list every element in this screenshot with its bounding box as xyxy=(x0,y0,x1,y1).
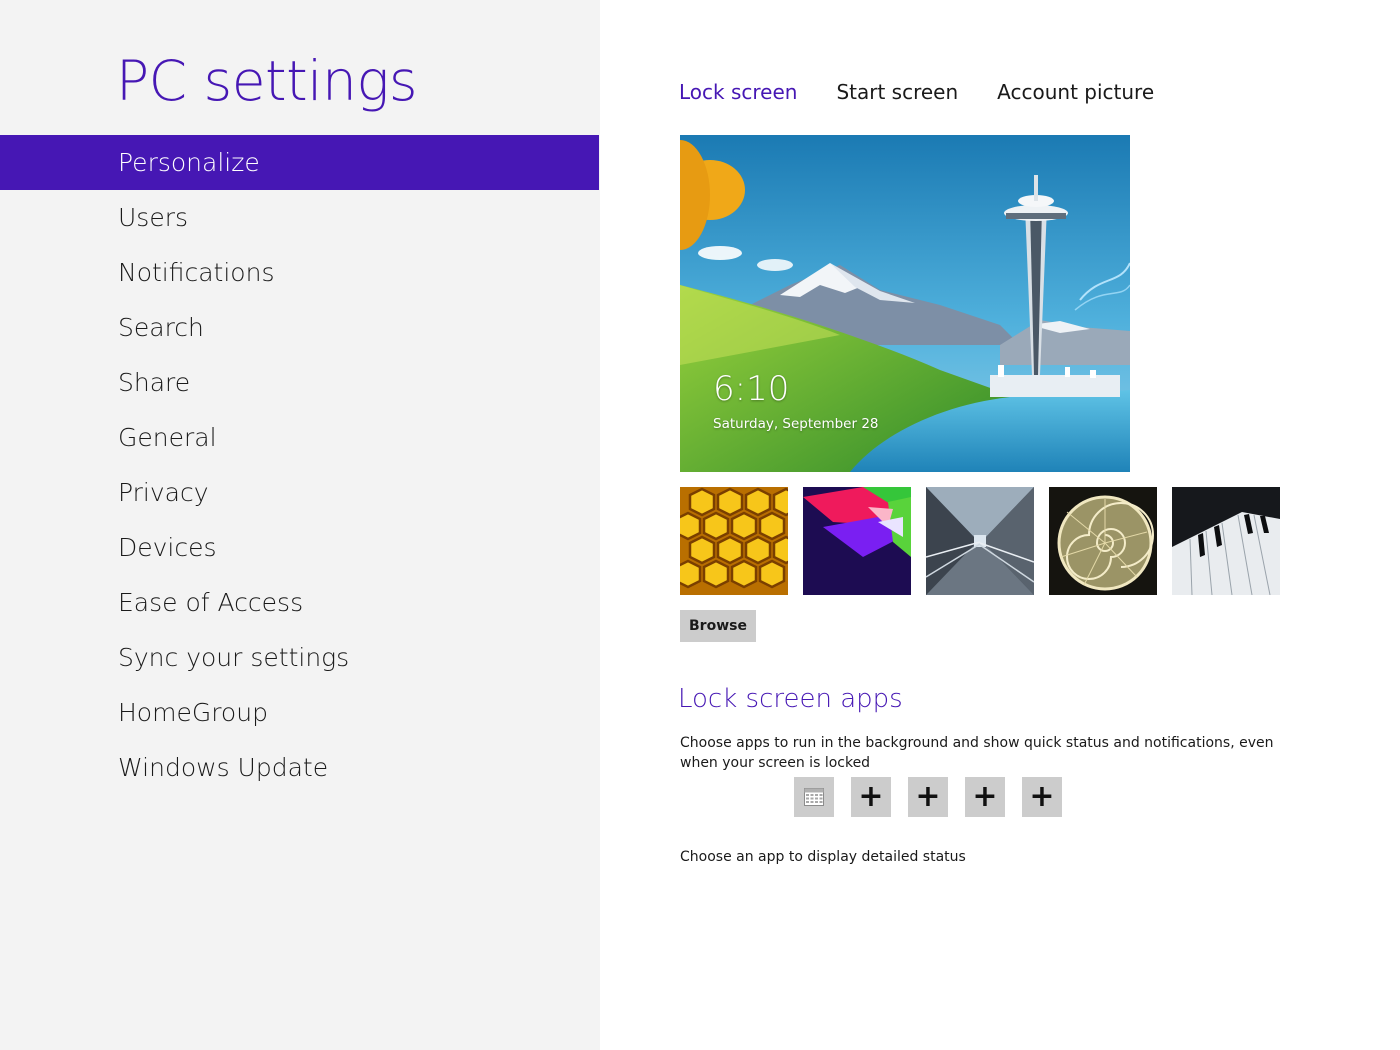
plus-icon: + xyxy=(858,779,884,814)
lock-app-slot-add-2[interactable]: + xyxy=(908,777,948,817)
browse-button[interactable]: Browse xyxy=(680,610,756,642)
nav-item-notifications[interactable]: Notifications xyxy=(0,245,599,300)
lock-screen-date: Saturday, September 28 xyxy=(713,416,879,432)
detailed-status-label: Choose an app to display detailed status xyxy=(680,849,966,865)
nav-item-search[interactable]: Search xyxy=(0,300,599,355)
nav-item-personalize[interactable]: Personalize xyxy=(0,135,599,190)
page-title: PC settings xyxy=(116,49,417,113)
calendar-icon xyxy=(804,788,824,806)
tab-account-picture[interactable]: Account picture xyxy=(997,78,1154,106)
nav-item-general[interactable]: General xyxy=(0,410,599,465)
nav-item-share[interactable]: Share xyxy=(0,355,599,410)
tab-lock-screen[interactable]: Lock screen xyxy=(679,78,797,106)
lock-app-slot-add-3[interactable]: + xyxy=(965,777,1005,817)
lock-screen-apps-heading: Lock screen apps xyxy=(678,684,903,714)
plus-icon: + xyxy=(1029,779,1055,814)
lock-screen-app-slots: + + + + xyxy=(794,777,1062,817)
nav-item-ease-of-access[interactable]: Ease of Access xyxy=(0,575,599,630)
thumbnail-piano-keys[interactable] xyxy=(1172,487,1280,595)
plus-icon: + xyxy=(972,779,998,814)
settings-nav: Personalize Users Notifications Search S… xyxy=(0,135,599,795)
lock-screen-preview: 6:10 Saturday, September 28 xyxy=(680,135,1130,472)
background-thumbnails xyxy=(680,487,1280,595)
thumbnail-tunnel[interactable] xyxy=(926,487,1034,595)
nav-item-sync-settings[interactable]: Sync your settings xyxy=(0,630,599,685)
lock-app-slot-add-4[interactable]: + xyxy=(1022,777,1062,817)
lock-screen-time: 6:10 xyxy=(713,369,790,409)
thumbnail-geometric-shapes[interactable] xyxy=(803,487,911,595)
nav-item-privacy[interactable]: Privacy xyxy=(0,465,599,520)
plus-icon: + xyxy=(915,779,941,814)
nav-item-windows-update[interactable]: Windows Update xyxy=(0,740,599,795)
left-pane: PC settings Personalize Users Notificati… xyxy=(0,0,600,1050)
lock-app-slot-add-1[interactable]: + xyxy=(851,777,891,817)
thumbnail-nautilus-shell[interactable] xyxy=(1049,487,1157,595)
thumbnail-honeycomb[interactable] xyxy=(680,487,788,595)
nav-item-devices[interactable]: Devices xyxy=(0,520,599,575)
personalize-tabs: Lock screen Start screen Account picture xyxy=(679,78,1154,106)
lock-app-slot-calendar[interactable] xyxy=(794,777,834,817)
nav-item-users[interactable]: Users xyxy=(0,190,599,245)
lock-screen-apps-description: Choose apps to run in the background and… xyxy=(680,735,1274,771)
nav-item-homegroup[interactable]: HomeGroup xyxy=(0,685,599,740)
tab-start-screen[interactable]: Start screen xyxy=(836,78,958,106)
